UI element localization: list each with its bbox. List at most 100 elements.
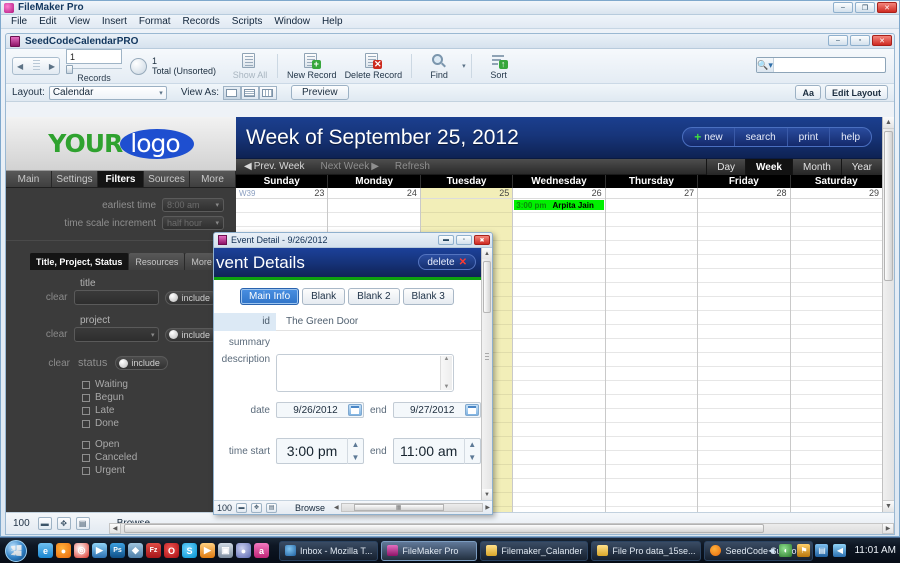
scroll-up-arrow-icon[interactable]: ▲	[444, 356, 450, 362]
menu-item-view[interactable]: View	[62, 15, 96, 29]
checkbox-icon[interactable]	[82, 453, 90, 462]
time-end-stepper[interactable]: ▲ ▼	[463, 438, 480, 464]
scroll-down-arrow-icon[interactable]: ▼	[883, 500, 894, 512]
checkbox-icon[interactable]	[82, 393, 90, 402]
sidebar-tab-settings[interactable]: Settings	[52, 171, 98, 187]
description-textarea[interactable]: ▲ ▼	[276, 354, 454, 392]
dialog-tab-main-info[interactable]: Main Info	[240, 288, 300, 305]
menu-item-help[interactable]: Help	[316, 15, 349, 29]
clear-title-button[interactable]: clear	[36, 292, 68, 303]
show-all-button[interactable]: Show All	[228, 52, 272, 80]
dialog-tab-blank-2[interactable]: Blank 2	[348, 288, 400, 305]
dialog-h-scroll-thumb[interactable]: ▦	[353, 504, 444, 511]
day-column-saturday[interactable]: 29	[790, 188, 882, 512]
calendar-print-button[interactable]: print	[788, 128, 831, 146]
preview-button[interactable]: Preview	[290, 85, 349, 100]
checkbox-icon[interactable]	[82, 406, 90, 415]
dialog-zoom-in-button[interactable]: ✥	[251, 502, 263, 513]
dialog-tab-blank-3[interactable]: Blank 3	[402, 288, 454, 305]
view-as-list-button[interactable]	[240, 85, 259, 100]
menu-item-window[interactable]: Window	[268, 15, 316, 29]
menu-item-scripts[interactable]: Scripts	[226, 15, 269, 29]
sidebar-tab-more[interactable]: More	[190, 171, 236, 187]
record-number-input[interactable]: 1	[66, 49, 122, 64]
edit-layout-button[interactable]: Edit Layout	[825, 85, 888, 100]
taskbar-item-filemaker-pro[interactable]: FileMaker Pro	[381, 540, 478, 561]
status-checkbox-urgent[interactable]: Urgent	[36, 464, 218, 477]
dialog-h-scroll-track[interactable]: ▦	[340, 503, 484, 512]
scroll-up-arrow-icon[interactable]: ▲	[883, 117, 894, 129]
date-end-field[interactable]: 9/27/2012	[392, 402, 481, 418]
project-filter-select[interactable]: ▾	[73, 327, 160, 342]
description-scrollbar[interactable]: ▲ ▼	[440, 356, 452, 390]
date-start-field[interactable]: 9/26/2012	[276, 402, 364, 418]
dialog-vertical-scrollbar[interactable]: ▲ ▼	[481, 248, 492, 500]
dialog-scroll-thumb[interactable]	[483, 261, 491, 313]
time-scale-select[interactable]: half hour ▾	[162, 216, 224, 230]
menu-item-insert[interactable]: Insert	[96, 15, 133, 29]
record-slider[interactable]	[66, 64, 122, 74]
view-week-button[interactable]: Week	[745, 159, 792, 175]
media-player-icon[interactable]: ▶	[92, 543, 107, 558]
taskbar-item-inbox-mozilla[interactable]: Inbox - Mozilla T...	[279, 540, 379, 561]
title-filter-input[interactable]	[73, 290, 160, 305]
h-scroll-left-arrow-icon[interactable]: ◀	[109, 523, 121, 534]
volume-icon[interactable]: ◀	[833, 544, 847, 557]
sidebar-tab-filters[interactable]: Filters	[98, 171, 144, 187]
view-as-form-button[interactable]	[222, 85, 241, 100]
status-checkbox-canceled[interactable]: Canceled	[36, 451, 218, 464]
internet-explorer-icon[interactable]: e	[38, 543, 53, 558]
delete-record-button[interactable]: ✕ Delete Record	[341, 52, 407, 80]
scroll-up-arrow-icon[interactable]: ▲	[482, 248, 492, 259]
next-record-arrow-icon[interactable]: ▶	[49, 62, 55, 71]
start-button[interactable]	[2, 539, 30, 563]
id-value[interactable]: The Green Door	[276, 316, 358, 327]
checkbox-icon[interactable]	[82, 466, 90, 475]
filter-tab-resources[interactable]: Resources	[129, 253, 186, 270]
checkbox-icon[interactable]	[82, 440, 90, 449]
firefox-icon[interactable]: ●	[56, 543, 71, 558]
checkbox-icon[interactable]	[82, 419, 90, 428]
sidebar-tab-sources[interactable]: Sources	[144, 171, 190, 187]
taskbar-clock[interactable]: 11:01 AM	[854, 545, 896, 556]
menu-item-records[interactable]: Records	[177, 15, 226, 29]
disc-icon[interactable]: ●	[236, 543, 251, 558]
app-close-button[interactable]: ✕	[877, 2, 897, 13]
package-icon[interactable]: ▣	[218, 543, 233, 558]
time-start-stepper[interactable]: ▲ ▼	[347, 438, 363, 464]
calendar-search-button[interactable]: search	[735, 128, 788, 146]
refresh-button[interactable]: Refresh	[387, 161, 438, 172]
status-include-toggle[interactable]: include	[115, 356, 168, 370]
layout-select[interactable]: Calendar ▾	[48, 85, 167, 100]
status-checkbox-begun[interactable]: Begun	[36, 391, 218, 404]
delete-event-button[interactable]: delete ✕	[418, 254, 476, 270]
day-column-wednesday[interactable]: 26 3:00 pm Arpita Jain	[513, 188, 606, 512]
h-scroll-thumb[interactable]	[124, 524, 764, 533]
vertical-scroll-thumb[interactable]	[884, 131, 893, 281]
view-day-button[interactable]: Day	[706, 159, 746, 175]
record-navigation-book[interactable]: ◀ ▶	[12, 57, 60, 75]
dialog-horizontal-scrollbar[interactable]: ◀ ▦ ▶	[334, 503, 490, 513]
text-formatting-button[interactable]: Aa	[795, 85, 821, 100]
network-icon[interactable]: ◐	[779, 544, 793, 557]
vlc-icon[interactable]: ▶	[200, 543, 215, 558]
doc-maximize-button[interactable]: ▫	[850, 35, 870, 46]
stepper-up-icon[interactable]: ▲	[348, 438, 363, 451]
chrome-icon[interactable]: ◎	[74, 543, 89, 558]
filter-tab-title-project-status[interactable]: Title, Project, Status	[30, 253, 130, 270]
doc-close-button[interactable]: ✕	[872, 35, 892, 46]
app-minimize-button[interactable]: –	[833, 2, 853, 13]
scroll-down-arrow-icon[interactable]: ▼	[482, 489, 492, 500]
scroll-down-arrow-icon[interactable]: ▼	[444, 384, 450, 390]
clear-project-button[interactable]: clear	[36, 329, 68, 340]
view-month-button[interactable]: Month	[791, 159, 841, 175]
stepper-down-icon[interactable]: ▼	[465, 451, 480, 464]
find-button[interactable]: Find	[417, 53, 461, 80]
dialog-maximize-button[interactable]: ▫	[456, 235, 472, 245]
calendar-picker-icon[interactable]	[348, 404, 362, 416]
taskbar-item-filemaker-calander[interactable]: Filemaker_Calander	[480, 540, 589, 561]
h-scroll-right-arrow-icon[interactable]: ▶	[485, 504, 490, 511]
calendar-event[interactable]: 3:00 pm Arpita Jain	[514, 200, 604, 210]
app-restore-button[interactable]: ❐	[855, 2, 875, 13]
menu-item-edit[interactable]: Edit	[33, 15, 62, 29]
